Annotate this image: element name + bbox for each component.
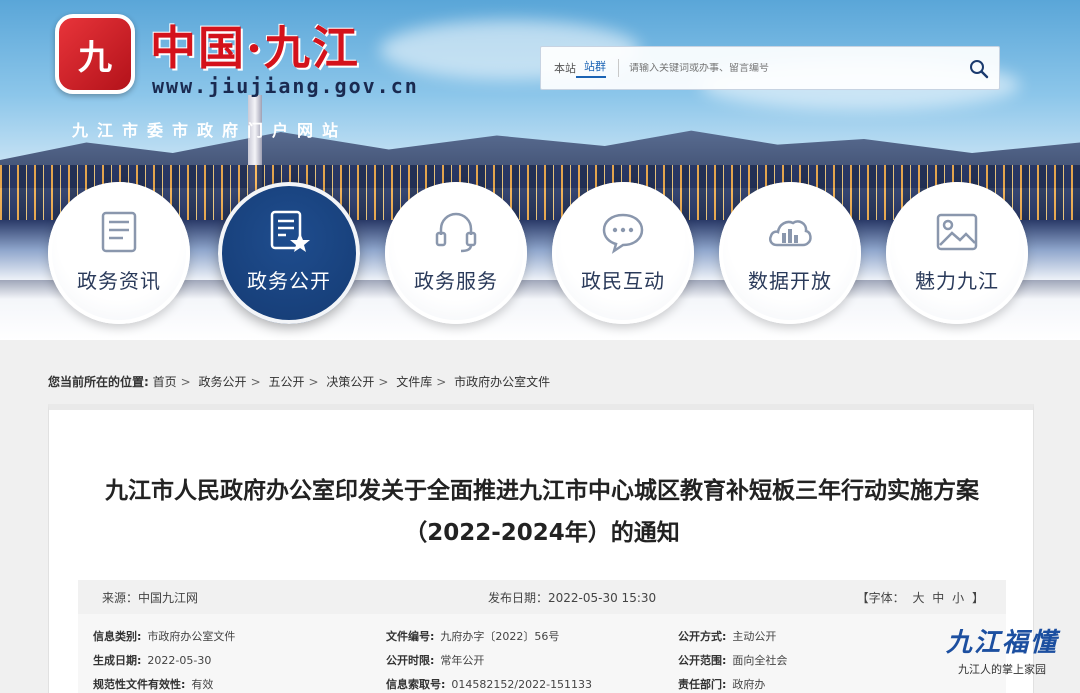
nav-item-disclosure[interactable]: 政务公开 bbox=[218, 182, 360, 324]
site-subtitle: 九江市委市政府门户网站 bbox=[72, 121, 348, 140]
info-index: 信息索取号: 014582152/2022-151133 bbox=[386, 678, 593, 691]
info-period: 公开时限: 常年公开 bbox=[386, 654, 485, 667]
main-nav: 政务资讯 政务公开 政务服务 政民互动 数据开放 魅力九江 bbox=[48, 182, 1038, 332]
info-validity: 规范性文件有效性: 有效 bbox=[93, 678, 214, 691]
watermark-logo: 九江福懂 bbox=[945, 628, 1058, 658]
breadcrumb: 您当前所在的位置: 首页 > 政务公开 > 五公开 > 决策公开 > 文件库 > 市政府办… bbox=[48, 375, 551, 389]
breadcrumb-item[interactable]: 五公开 bbox=[268, 375, 304, 389]
site-logo[interactable]: 九 bbox=[55, 14, 135, 94]
search-icon[interactable] bbox=[969, 59, 989, 79]
watermark-subtitle: 九江人的掌上家园 bbox=[957, 663, 1046, 676]
nav-label: 政务资讯 bbox=[77, 268, 161, 293]
chat-icon bbox=[602, 213, 644, 254]
font-large-button[interactable]: 大 bbox=[912, 591, 924, 605]
nav-item-services[interactable]: 政务服务 bbox=[385, 182, 527, 324]
search-input[interactable] bbox=[629, 62, 959, 74]
breadcrumb-item[interactable]: 首页 bbox=[153, 375, 177, 389]
nav-label: 魅力九江 bbox=[915, 268, 999, 293]
headset-icon bbox=[435, 212, 477, 252]
nav-label: 数据开放 bbox=[748, 268, 832, 293]
info-date: 生成日期: 2022-05-30 bbox=[93, 654, 212, 667]
article-panel: 九江市人民政府办公室印发关于全面推进九江市中心城区教育补短板三年行动实施方案（2… bbox=[48, 404, 1034, 693]
font-medium-button[interactable]: 中 bbox=[932, 591, 944, 605]
breadcrumb-item[interactable]: 市政府办公室文件 bbox=[454, 375, 550, 389]
font-close: 】 bbox=[971, 590, 984, 605]
info-mode: 公开方式: 主动公开 bbox=[678, 630, 777, 643]
search-scope-local[interactable]: 本站 bbox=[541, 60, 576, 76]
info-scope: 公开范围: 面向全社会 bbox=[678, 654, 788, 667]
image-icon bbox=[936, 213, 978, 250]
nav-item-charm[interactable]: 魅力九江 bbox=[886, 182, 1028, 324]
nav-label: 政民互动 bbox=[581, 268, 665, 293]
nav-item-interaction[interactable]: 政民互动 bbox=[552, 182, 694, 324]
article-title: 九江市人民政府办公室印发关于全面推进九江市中心城区教育补短板三年行动实施方案（2… bbox=[105, 478, 979, 546]
breadcrumb-prefix: 您当前所在的位置: bbox=[48, 375, 149, 389]
nav-label: 政务服务 bbox=[414, 268, 498, 293]
watermark: 九江福懂 九江人的掌上家园 bbox=[946, 622, 1058, 677]
info-category: 信息类别: 市政府办公室文件 bbox=[93, 630, 236, 643]
document-icon bbox=[101, 211, 137, 252]
article-publish-date: 发布日期：2022-05-30 15:30 bbox=[488, 590, 657, 605]
doc-star-icon bbox=[270, 210, 310, 252]
font-label: 【字体： bbox=[856, 590, 905, 605]
nav-item-open-data[interactable]: 数据开放 bbox=[719, 182, 861, 324]
article-source: 来源：中国九江网 bbox=[102, 590, 199, 605]
logo-glyph: 九 bbox=[78, 37, 112, 78]
nav-item-news[interactable]: 政务资讯 bbox=[48, 182, 190, 324]
search-divider bbox=[618, 59, 619, 77]
site-name: 中国·九江 bbox=[150, 21, 361, 75]
breadcrumb-item[interactable]: 决策公开 bbox=[326, 375, 374, 389]
font-size-switcher: 【字体： 大 中 小 】 bbox=[857, 589, 984, 606]
cloud-chart-icon bbox=[769, 219, 812, 246]
search-box: 本站 站群 bbox=[540, 46, 1000, 90]
article-meta-bar: 来源：中国九江网 发布日期：2022-05-30 15:30 【字体： 大 中 … bbox=[78, 580, 1006, 614]
info-table: 信息类别: 市政府办公室文件 文件编号: 九府办字〔2022〕56号 公开方式: 主动… bbox=[78, 614, 1006, 693]
breadcrumb-item[interactable]: 政务公开 bbox=[199, 375, 247, 389]
nav-label: 政务公开 bbox=[247, 268, 331, 293]
info-dept: 责任部门: 政府办 bbox=[678, 678, 766, 691]
search-scope-group[interactable]: 站群 bbox=[576, 58, 606, 78]
font-small-button[interactable]: 小 bbox=[952, 591, 964, 605]
info-docno: 文件编号: 九府办字〔2022〕56号 bbox=[386, 630, 560, 643]
breadcrumb-item[interactable]: 文件库 bbox=[396, 375, 432, 389]
site-url: www.jiujiang.gov.cn bbox=[152, 74, 419, 98]
